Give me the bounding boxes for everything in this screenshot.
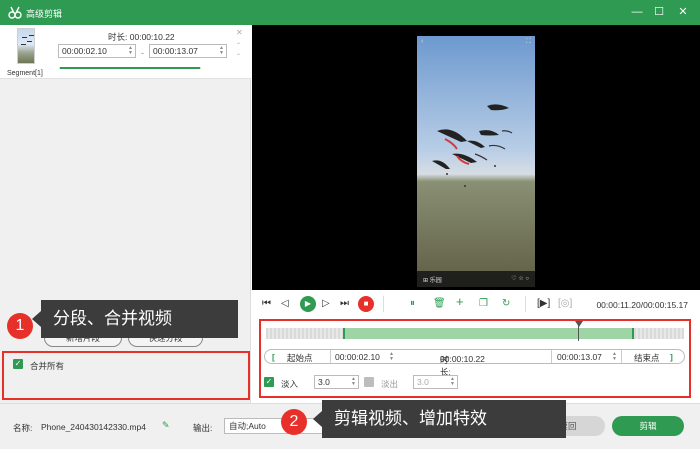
annotation-text-1: 分段、合并视频 bbox=[53, 309, 172, 328]
file-name-label: 名称: bbox=[13, 423, 33, 433]
file-name: Phone_240430142330.mp4 bbox=[41, 422, 146, 432]
edit-name-icon[interactable]: ✎ bbox=[162, 420, 170, 431]
segment-label: Segment[1] bbox=[7, 70, 43, 77]
phone-back-icon: ‹ bbox=[421, 38, 424, 45]
segment-start-time[interactable]: 00:00:02.10 ▲ ▼ bbox=[58, 44, 136, 58]
annotation-text-2: 剪辑视频、增加特效 bbox=[334, 409, 487, 428]
stop-button[interactable]: ■ bbox=[358, 296, 374, 312]
split-icon[interactable]: ⏸ bbox=[410, 297, 415, 311]
copy-icon[interactable]: ❐ bbox=[479, 297, 488, 311]
segment-item[interactable]: Segment[1] 时长: 00:00:10.22 00:00:02.10 ▲ ▼… bbox=[0, 25, 251, 79]
close-button[interactable]: ✕ bbox=[676, 5, 690, 19]
annotation-box-2 bbox=[259, 319, 691, 398]
video-preview: ‹ ⛶ ⊞ 乐园 ♡ ☆ ○ bbox=[252, 25, 700, 290]
mark-in-out-icon[interactable]: [▶] bbox=[537, 297, 550, 311]
kite-scene-image bbox=[417, 36, 535, 287]
reorder-segment-icon[interactable]: ⌃ ⌄ bbox=[236, 42, 241, 58]
step-forward-icon[interactable]: ▷ bbox=[322, 297, 330, 311]
app-logo-icon bbox=[8, 6, 22, 19]
cut-button[interactable]: 剪辑 bbox=[612, 416, 684, 436]
maximize-button[interactable]: ☐ bbox=[652, 5, 666, 19]
skip-to-start-icon[interactable]: ⏮ bbox=[262, 297, 271, 311]
annotation-number-2: 2 bbox=[281, 409, 307, 435]
annotation-box-1 bbox=[2, 351, 250, 400]
minimize-button[interactable]: — bbox=[630, 5, 644, 19]
segment-panel: Segment[1] 时长: 00:00:10.22 00:00:02.10 ▲ ▼… bbox=[0, 25, 251, 403]
add-icon[interactable]: + bbox=[456, 295, 464, 309]
phone-bottom-icons: ♡ ☆ ○ bbox=[511, 276, 529, 282]
output-select[interactable]: 自动;Auto bbox=[224, 418, 324, 434]
merge-all-checkbox[interactable]: ✓ bbox=[13, 359, 23, 369]
video-frame: ‹ ⛶ ⊞ 乐园 ♡ ☆ ○ bbox=[417, 36, 535, 287]
play-button[interactable]: ▶ bbox=[300, 296, 316, 312]
segment-thumbnail[interactable] bbox=[17, 28, 35, 64]
output-label: 输出: bbox=[193, 423, 213, 433]
trim-editor: [ 起始点 00:00:02.10 ▲ ▼ 时长: 00:00:10.22 00:… bbox=[252, 318, 700, 403]
segment-duration: 时长: 00:00:10.22 bbox=[108, 32, 175, 42]
timecode-display: 00:00:11.20/00:00:15.17 bbox=[596, 300, 688, 310]
remove-segment-icon[interactable]: ✕ bbox=[236, 28, 243, 37]
phone-bottom-left: ⊞ 乐园 bbox=[423, 278, 442, 284]
title-bar: 高级剪辑 — ☐ ✕ bbox=[0, 0, 700, 25]
snapshot-icon[interactable]: [◎] bbox=[558, 297, 572, 311]
reset-icon[interactable]: ↻ bbox=[502, 297, 510, 311]
segment-separator: - bbox=[141, 48, 144, 58]
annotation-callout-1: 分段、合并视频 bbox=[32, 300, 238, 338]
annotation-number-1: 1 bbox=[7, 313, 33, 339]
delete-icon[interactable]: 🗑 bbox=[433, 297, 446, 311]
step-back-icon[interactable]: ◁ bbox=[281, 297, 289, 311]
window-title: 高级剪辑 bbox=[26, 9, 63, 19]
phone-expand-icon: ⛶ bbox=[526, 38, 531, 45]
merge-all-label: 合并所有 bbox=[30, 361, 65, 371]
segment-end-time[interactable]: 00:00:13.07 ▲ ▼ bbox=[149, 44, 227, 58]
segment-progress-bar bbox=[59, 67, 201, 69]
annotation-callout-2: 剪辑视频、增加特效 bbox=[313, 400, 566, 438]
playback-controls: ⏮ ◁ ▶ ▷ ⏭ ■ ⏸ 🗑 + ❐ ↻ [▶] [◎] 00:00:11.2… bbox=[252, 290, 700, 318]
skip-to-end-icon[interactable]: ⏭ bbox=[340, 297, 349, 311]
phone-bottom-bar: ⊞ 乐园 ♡ ☆ ○ bbox=[417, 271, 535, 287]
